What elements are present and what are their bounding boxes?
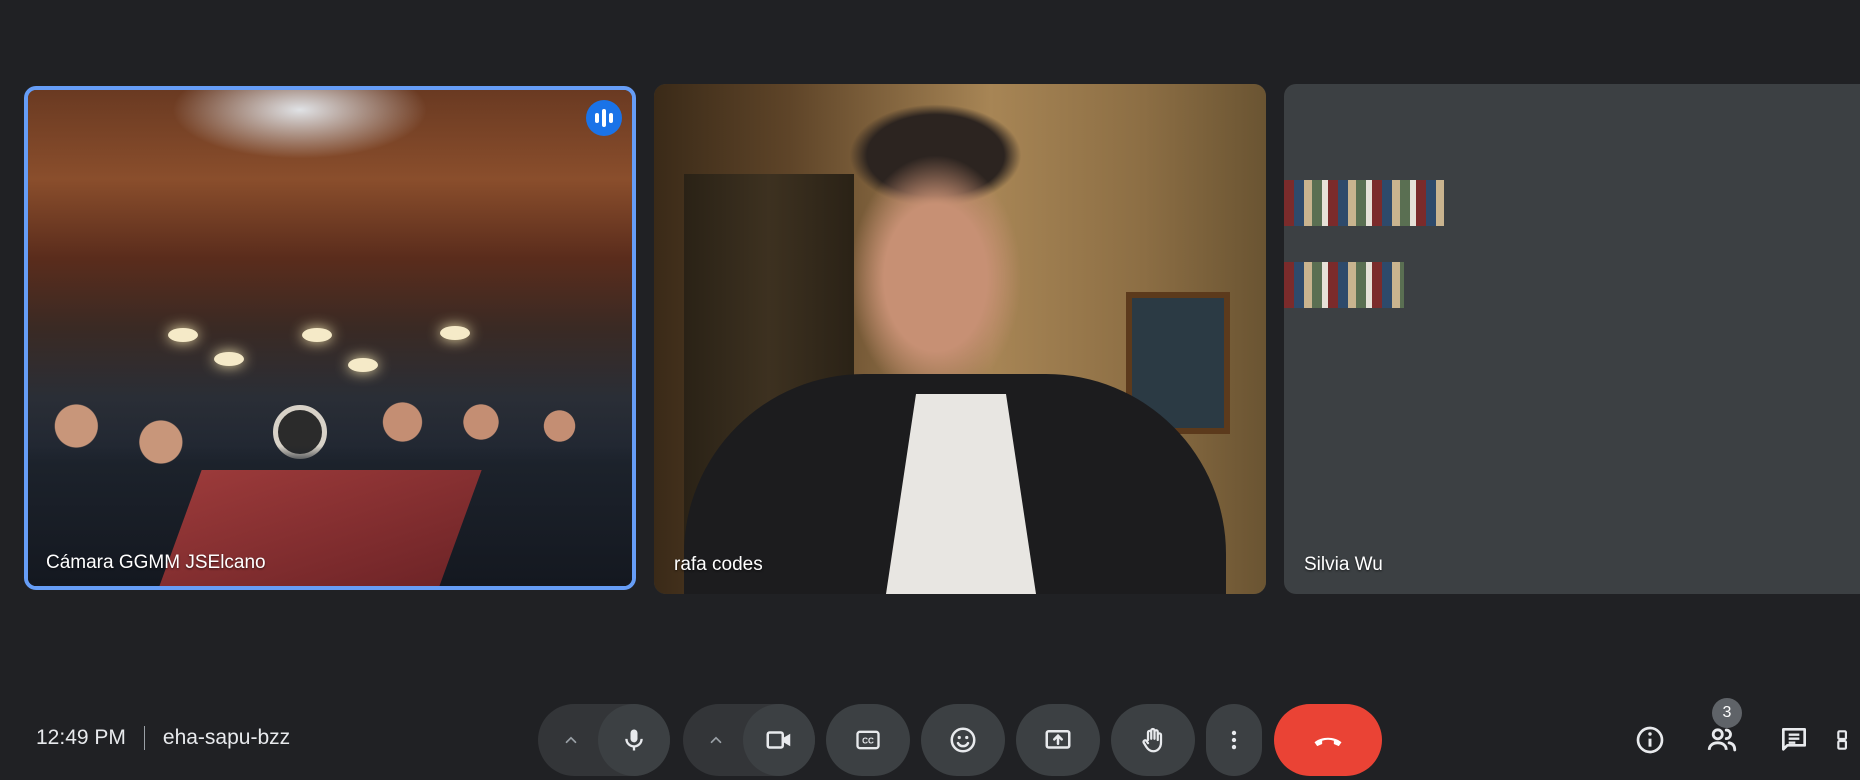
leave-call-button[interactable] — [1274, 704, 1382, 776]
closed-captions-icon: CC — [856, 730, 880, 750]
bottom-toolbar: 12:49 PM eha-sapu-bzz CC 3 — [0, 698, 1860, 780]
meeting-code: eha-sapu-bzz — [162, 726, 291, 749]
people-icon — [1707, 728, 1737, 752]
mic-options-button[interactable] — [545, 704, 597, 776]
participant-video-2 — [654, 84, 1266, 594]
present-screen-icon — [1045, 730, 1071, 749]
chevron-up-icon — [710, 736, 722, 744]
participant-tile-2[interactable]: rafa codes — [654, 84, 1266, 594]
emoji-icon — [950, 727, 976, 753]
chevron-up-icon — [565, 736, 577, 744]
participant-name: Silvia Wu — [1304, 554, 1383, 575]
people-button[interactable]: 3 — [1698, 698, 1746, 764]
video-camera-icon — [766, 731, 791, 749]
microphone-button[interactable] — [598, 704, 670, 776]
present-screen-button[interactable] — [1016, 704, 1100, 776]
emoji-reaction-button[interactable] — [921, 704, 1005, 776]
raise-hand-button[interactable] — [1111, 704, 1195, 776]
meeting-time: 12:49 PM — [36, 726, 126, 749]
chat-icon — [1782, 728, 1806, 751]
meeting-details: 12:49 PM eha-sapu-bzz — [36, 726, 290, 750]
participant-count-badge: 3 — [1712, 698, 1742, 728]
info-icon — [1636, 726, 1664, 754]
captions-button[interactable]: CC — [826, 704, 910, 776]
participant-tile-3[interactable]: Silvia Wu — [1284, 84, 1860, 594]
camera-button[interactable] — [743, 704, 815, 776]
activities-button[interactable] — [1834, 716, 1860, 764]
participant-tile-1[interactable]: Cámara GGMM JSElcano — [24, 86, 636, 590]
hang-up-icon — [1314, 737, 1342, 747]
meet-window: Cámara GGMM JSElcano rafa codes Silvia W… — [0, 0, 1860, 780]
more-options-button[interactable] — [1206, 704, 1262, 776]
speaking-indicator-icon — [586, 100, 622, 136]
participant-video-1 — [28, 90, 632, 586]
raise-hand-icon — [1142, 727, 1163, 753]
participant-name: rafa codes — [674, 554, 763, 575]
chat-button[interactable] — [1770, 716, 1818, 764]
activities-icon — [1837, 730, 1847, 750]
separator — [143, 726, 145, 750]
more-vertical-icon — [1231, 730, 1237, 750]
meeting-details-button[interactable] — [1626, 716, 1674, 764]
microphone-icon — [625, 729, 643, 751]
participant-name: Cámara GGMM JSElcano — [46, 552, 266, 573]
svg-text:CC: CC — [862, 737, 874, 746]
camera-options-button[interactable] — [690, 704, 742, 776]
